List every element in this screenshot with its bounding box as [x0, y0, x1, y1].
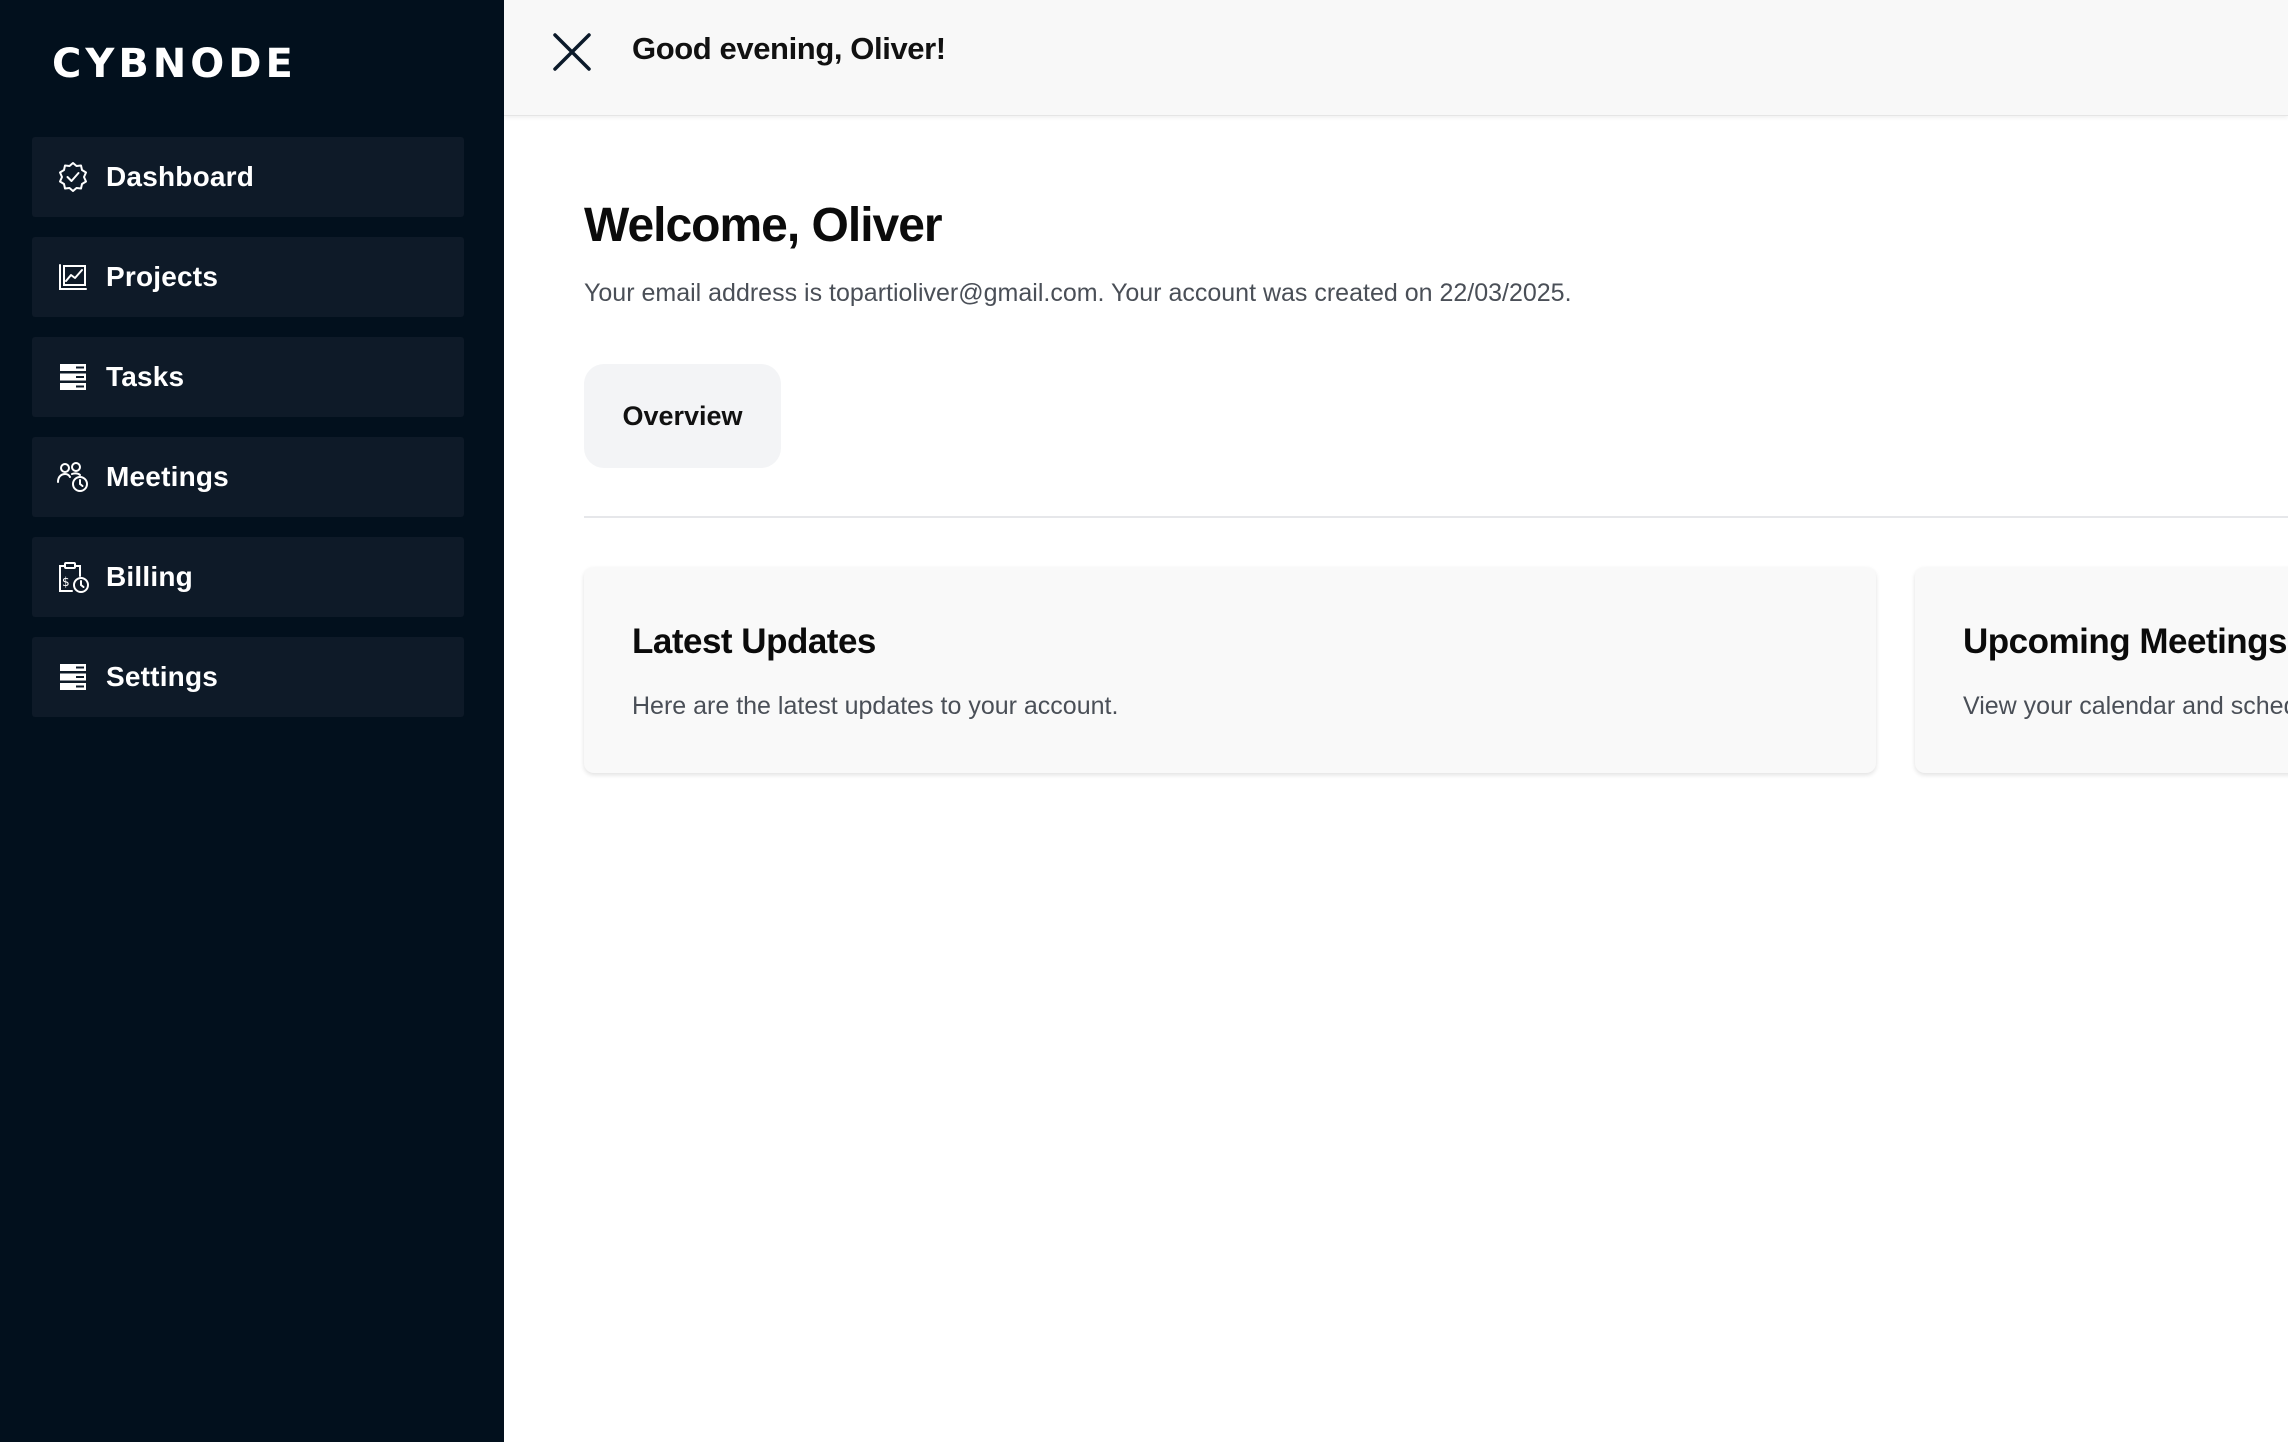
sidebar-item-projects[interactable]: Projects [32, 237, 464, 317]
sidebar-item-label: Projects [106, 261, 219, 292]
sidebar-item-settings[interactable]: Settings [32, 637, 464, 717]
sidebar-item-label: Meetings [106, 461, 229, 492]
sidebar-item-billing[interactable]: $ Billing [32, 537, 464, 617]
latest-updates-card[interactable]: Latest Updates Here are the latest updat… [584, 567, 1876, 773]
sidebar-item-dashboard[interactable]: Dashboard [32, 137, 464, 217]
badge-check-icon [56, 160, 90, 194]
close-sidebar-button[interactable] [544, 30, 600, 74]
sidebar-item-meetings[interactable]: Meetings [32, 437, 464, 517]
upcoming-meetings-card[interactable]: Upcoming Meetings View your calendar and… [1915, 567, 2288, 773]
svg-text:CYBNODE: CYBNODE [52, 41, 297, 84]
users-clock-icon [56, 460, 90, 494]
sidebar-item-label: Billing [106, 561, 193, 592]
card-description: View your calendar and schedule. [1963, 692, 2288, 720]
divider [584, 516, 2288, 518]
sidebar-item-tasks[interactable]: Tasks [32, 337, 464, 417]
card-description: Here are the latest updates to your acco… [632, 692, 1119, 720]
page-title: Welcome, Oliver [584, 199, 943, 252]
tab-overview[interactable]: Overview [584, 364, 781, 468]
svg-text:$: $ [62, 575, 70, 589]
close-icon [553, 33, 591, 71]
cybnode-logo[interactable]: CYBNODE [52, 40, 304, 84]
sidebar-item-label: Tasks [106, 361, 185, 392]
server-icon [56, 660, 90, 694]
card-title: Latest Updates [632, 622, 876, 661]
clipboard-dollar-icon: $ [56, 560, 90, 594]
chart-icon [56, 260, 90, 294]
sidebar-item-label: Settings [106, 661, 219, 692]
account-info: Your email address is topartioliver@gmai… [584, 279, 1572, 307]
sidebar: CYBNODE Dashboard Projects Tasks Meeting… [0, 0, 504, 1442]
sidebar-item-label: Dashboard [106, 161, 255, 192]
greeting-text: Good evening, Oliver! [632, 31, 946, 66]
top-bar: Good evening, Oliver! [504, 0, 2288, 116]
sidebar-nav: Dashboard Projects Tasks Meetings $ Bill… [32, 137, 464, 737]
server-icon [56, 360, 90, 394]
card-title: Upcoming Meetings [1963, 622, 2288, 661]
